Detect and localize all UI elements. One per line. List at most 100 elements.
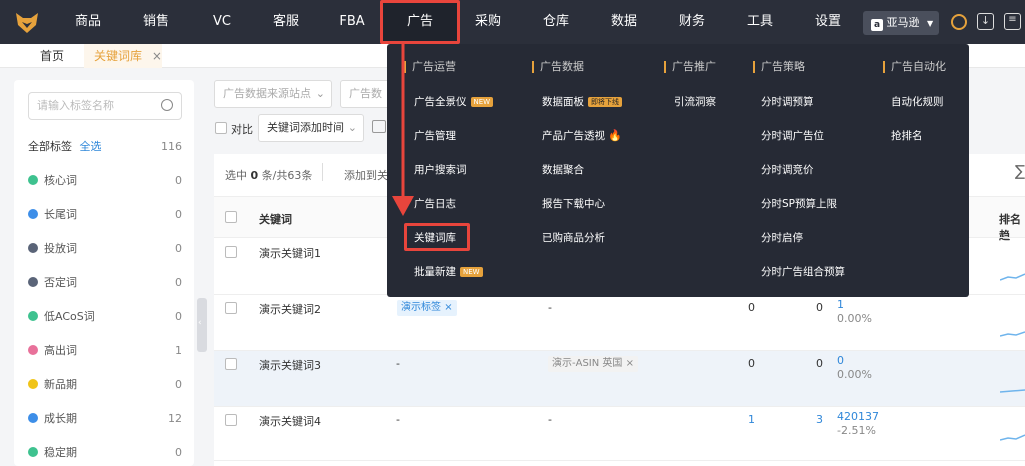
compare-checkbox[interactable]: [215, 122, 227, 134]
menu-item-ad-panorama[interactable]: 广告全景仪 NEW: [414, 94, 494, 110]
menu-item-dayparting-budget[interactable]: 分时调预算: [761, 94, 814, 110]
nav-item-tools[interactable]: 工具: [734, 0, 786, 44]
tag-item[interactable]: 稳定期 0: [28, 442, 188, 464]
menu-item-dayparting-placement[interactable]: 分时调广告位: [761, 128, 824, 144]
document-icon[interactable]: ≡: [1004, 13, 1021, 30]
value-link[interactable]: 420137: [837, 410, 879, 423]
menu-item-search-terms[interactable]: 用户搜索词: [414, 162, 467, 178]
menu-item-rank-grab[interactable]: 抢排名: [891, 128, 923, 144]
add-to-button[interactable]: 添加到关: [344, 167, 388, 183]
column-header-keyword[interactable]: 关键词: [259, 211, 292, 227]
change-percent: -2.51%: [837, 424, 876, 437]
menu-item-data-panel[interactable]: 数据面板 即将下线: [542, 94, 622, 110]
value-link[interactable]: 1: [748, 413, 755, 426]
select-all-link[interactable]: 全选: [80, 140, 102, 153]
panel-collapse-handle[interactable]: ‹: [197, 298, 207, 352]
column-header-ad-strategy: 广告策略: [753, 61, 805, 73]
menu-item-report-download[interactable]: 报告下载中心: [542, 196, 605, 212]
chevron-down-icon: ⌄: [347, 121, 357, 134]
menu-item-dayparting-bid[interactable]: 分时调竞价: [761, 162, 814, 178]
marketplace-selector[interactable]: a 亚马逊 ▼: [863, 11, 939, 35]
nav-item-fba[interactable]: FBA: [326, 0, 378, 44]
marketplace-label: 亚马逊: [886, 16, 920, 29]
value-link[interactable]: 3: [816, 413, 823, 426]
menu-item-traffic-insight[interactable]: 引流洞察: [674, 94, 716, 110]
tag-item[interactable]: 新品期 0: [28, 374, 188, 396]
value-cell: 0: [816, 301, 823, 314]
value-cell: 0: [748, 357, 755, 370]
value-cell: 0: [816, 357, 823, 370]
nav-item-sales[interactable]: 销售: [130, 0, 182, 44]
tag-item[interactable]: 低ACoS词 0: [28, 306, 188, 328]
menu-item-data-aggregation[interactable]: 数据聚合: [542, 162, 584, 178]
advertising-dropdown-menu: 广告运营 广告数据 广告推广 广告策略 广告自动化 广告全景仪 NEW 广告管理 …: [387, 44, 969, 297]
nav-item-vc[interactable]: VC: [196, 0, 248, 44]
row-checkbox[interactable]: [225, 414, 237, 426]
value-link[interactable]: 0: [837, 354, 844, 367]
tag-chip[interactable]: 演示标签 ×: [397, 300, 457, 316]
row-checkbox[interactable]: [225, 302, 237, 314]
sum-icon[interactable]: ∑: [1015, 162, 1025, 180]
change-percent: 0.00%: [837, 368, 872, 381]
nav-item-warehouse[interactable]: 仓库: [530, 0, 582, 44]
select-all-checkbox[interactable]: [225, 211, 237, 223]
row-checkbox[interactable]: [225, 358, 237, 370]
menu-item-ad-log[interactable]: 广告日志: [414, 196, 456, 212]
all-tags-row[interactable]: 全部标签 全选 116: [28, 136, 188, 158]
menu-item-automation-rules[interactable]: 自动化规则: [891, 94, 944, 110]
keyword-cell[interactable]: 演示关键词1: [259, 245, 321, 261]
menu-item-bulk-create[interactable]: 批量新建 NEW: [414, 264, 483, 280]
tag-dot: [28, 447, 38, 457]
menu-item-dayparting-start-stop[interactable]: 分时启停: [761, 230, 803, 246]
tab-keyword-library[interactable]: 关键词库 ×: [84, 44, 162, 68]
menu-item-ad-management[interactable]: 广告管理: [414, 128, 456, 144]
fox-logo-icon[interactable]: [14, 9, 40, 35]
value-cell: -: [396, 413, 400, 426]
column-header-rank-trend[interactable]: 排名趋: [999, 211, 1025, 243]
nav-item-data[interactable]: 数据: [598, 0, 650, 44]
tag-item[interactable]: 高出词 1: [28, 340, 188, 362]
keyword-cell[interactable]: 演示关键词2: [259, 301, 321, 317]
tag-count: 0: [175, 276, 182, 289]
nav-item-products[interactable]: 商品: [62, 0, 114, 44]
column-header-ad-automation: 广告自动化: [883, 61, 946, 73]
chevron-down-icon: ▼: [927, 19, 934, 28]
column-header-ad-data: 广告数据: [532, 61, 584, 73]
value-link[interactable]: 1: [837, 298, 844, 311]
tag-item[interactable]: 投放词 0: [28, 238, 188, 260]
calendar-icon[interactable]: [372, 120, 386, 133]
site-filter-placeholder: 广告数据来源站点: [223, 87, 311, 100]
menu-item-dayparting-portfolio-budget[interactable]: 分时广告组合预算: [761, 264, 845, 280]
tag-chip-label: 演示标签: [401, 302, 441, 313]
tag-dot: [28, 209, 38, 219]
time-filter-select[interactable]: 关键词添加时间 ⌄: [258, 114, 364, 142]
tag-item[interactable]: 核心词 0: [28, 170, 188, 192]
data-filter-select[interactable]: 广告数据: [340, 80, 392, 108]
close-icon[interactable]: ×: [626, 358, 634, 369]
menu-item-dayparting-sp-budget-cap[interactable]: 分时SP预算上限: [761, 196, 837, 212]
keyword-cell[interactable]: 演示关键词3: [259, 357, 321, 373]
row-checkbox[interactable]: [225, 246, 237, 258]
tag-item[interactable]: 否定词 0: [28, 272, 188, 294]
coin-icon[interactable]: [951, 14, 967, 30]
nav-item-customer-service[interactable]: 客服: [260, 0, 312, 44]
tag-count: 0: [175, 446, 182, 459]
tag-search-input[interactable]: 请输入标签名称: [28, 92, 182, 120]
site-filter-select[interactable]: 广告数据来源站点 ⌄: [214, 80, 332, 108]
tag-item[interactable]: 成长期 12: [28, 408, 188, 430]
download-icon[interactable]: ↓: [977, 13, 994, 30]
asin-chip[interactable]: 演示-ASIN 英国 ×: [548, 356, 638, 372]
tab-home[interactable]: 首页: [40, 44, 64, 68]
rank-sparkline: [1000, 273, 1025, 281]
menu-item-purchased-analysis[interactable]: 已购商品分析: [542, 230, 605, 246]
nav-item-finance[interactable]: 财务: [666, 0, 718, 44]
menu-item-product-ad-insight[interactable]: 产品广告透视 🔥: [542, 128, 622, 144]
search-icon[interactable]: [161, 99, 173, 111]
close-icon[interactable]: ×: [444, 302, 452, 313]
keyword-cell[interactable]: 演示关键词4: [259, 413, 321, 429]
close-icon[interactable]: ×: [152, 49, 162, 63]
selection-summary: 选中 0 条/共63条: [225, 167, 312, 183]
nav-item-purchasing[interactable]: 采购: [462, 0, 514, 44]
tag-item[interactable]: 长尾词 0: [28, 204, 188, 226]
nav-item-settings[interactable]: 设置: [802, 0, 854, 44]
